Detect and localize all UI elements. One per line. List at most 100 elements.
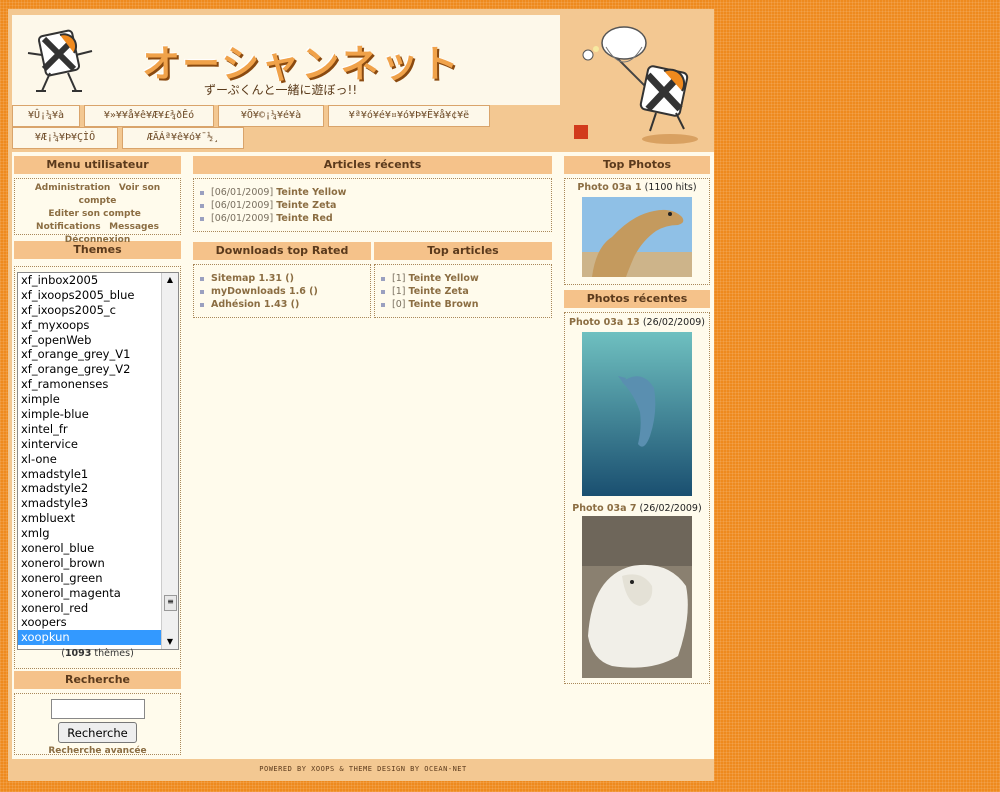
user-menu-block: Administration Voir son compte Editer so… <box>14 178 181 245</box>
theme-option[interactable]: xf_ixoops2005_blue <box>18 288 178 303</box>
list-item: Adhésion 1.43 () <box>198 298 366 311</box>
theme-option[interactable]: xl-one <box>18 452 178 467</box>
right-column: Top Photos Photo 03a 1 (1100 hits) Photo… <box>564 156 710 684</box>
article-link[interactable]: Teinte Yellow <box>276 187 346 198</box>
footer: POWERED BY XOOPS & THEME DESIGN BY OCEAN… <box>12 759 714 779</box>
recent-photos-block: Photo 03a 13 (26/02/2009) Photo 03a 7 (2… <box>564 312 710 684</box>
search-block: Recherche Recherche avancée <box>14 693 181 756</box>
theme-option[interactable]: xonerol_red <box>18 601 178 616</box>
theme-option[interactable]: xf_myxoops <box>18 318 178 333</box>
theme-option[interactable]: xonerol_green <box>18 571 178 586</box>
list-item: [0] Teinte Brown <box>379 298 547 311</box>
theme-option[interactable]: xf_orange_grey_V1 <box>18 347 178 362</box>
scroll-up-icon[interactable]: ▲ <box>162 273 178 287</box>
downloads-block: Sitemap 1.31 () myDownloads 1.6 () Adhés… <box>193 264 371 318</box>
top-articles-block: [1] Teinte Yellow [1] Teinte Zeta [0] Te… <box>374 264 552 318</box>
top-photos-title: Top Photos <box>564 156 710 174</box>
search-title: Recherche <box>14 671 181 689</box>
recent-photos-title: Photos récentes <box>564 290 710 308</box>
list-item: [1] Teinte Zeta <box>379 285 547 298</box>
theme-option[interactable]: ximple-blue <box>18 407 178 422</box>
advanced-search-link[interactable]: Recherche avancée <box>48 746 146 756</box>
photo-link[interactable]: Photo 03a 1 <box>577 182 641 193</box>
article-link[interactable]: Teinte Yellow <box>409 273 479 284</box>
recent-photo-caption-2: Photo 03a 7 (26/02/2009) <box>572 503 702 514</box>
top-articles-title: Top articles <box>374 242 552 260</box>
list-item: [06/01/2009] Teinte Red <box>198 212 547 225</box>
advanced-search-wrap: Recherche avancée <box>15 746 180 756</box>
search-button[interactable]: Recherche <box>58 722 137 743</box>
theme-option[interactable]: xintel_fr <box>18 422 178 437</box>
article-link[interactable]: Teinte Red <box>276 213 333 224</box>
list-item: [06/01/2009] Teinte Zeta <box>198 199 547 212</box>
nav-tab-2[interactable]: ¥»¥­¥å¥ê¥Æ¥£¾ðÊó <box>84 105 214 127</box>
theme-option[interactable]: xonerol_blue <box>18 541 178 556</box>
recent-photo-caption-1: Photo 03a 13 (26/02/2009) <box>569 317 705 328</box>
list-item: [1] Teinte Yellow <box>379 272 547 285</box>
theme-count-suffix: thèmes <box>94 648 131 659</box>
theme-select-list[interactable]: xf_inbox2005 xf_ixoops2005_blue xf_ixoops2… <box>17 272 179 650</box>
theme-option[interactable]: xmbluext <box>18 511 178 526</box>
photo-link[interactable]: Photo 03a 7 <box>572 503 636 514</box>
camel-photo-icon[interactable] <box>582 197 692 277</box>
nav-tab-5[interactable]: ¥Æ¡¼¥Þ¥ÇÌÔ <box>12 127 118 149</box>
list-item: myDownloads 1.6 () <box>198 285 366 298</box>
scrollbar[interactable]: ▲ ≡ ▼ <box>161 273 178 649</box>
page-wrapper: オーシャンネット ずーぷくんと一緒に遊ぼっ!! ¥Û¡¼¥à ¥»¥­¥å¥ê¥… <box>8 9 714 781</box>
themes-title: Themes <box>14 241 181 259</box>
nav-tab-4[interactable]: ¥ª¥ó¥é¥¤¥ó¥Þ¥Ë¥å¥¢¥ë <box>328 105 490 127</box>
theme-options: xf_inbox2005 xf_ixoops2005_blue xf_ixoops2… <box>18 273 178 646</box>
recent-articles-list: [06/01/2009] Teinte Yellow [06/01/2009] … <box>198 186 547 225</box>
header: オーシャンネット ずーぷくんと一緒に遊ぼっ!! ¥Û¡¼¥à ¥»¥­¥å¥ê¥… <box>8 9 714 150</box>
nav-tab-3[interactable]: ¥Õ¥©¡¼¥é¥à <box>218 105 324 127</box>
article-link[interactable]: Teinte Brown <box>409 299 479 310</box>
polar-bear-photo-icon[interactable] <box>582 516 692 678</box>
article-link[interactable]: Teinte Zeta <box>276 200 336 211</box>
download-link[interactable]: myDownloads 1.6 () <box>211 286 318 297</box>
article-link[interactable]: Teinte Zeta <box>409 286 469 297</box>
theme-option[interactable]: xmadstyle1 <box>18 467 178 482</box>
mascot-logo-icon <box>27 29 93 92</box>
site-subtitle: ずーぷくんと一緒に遊ぼっ!! <box>204 83 358 97</box>
theme-option[interactable]: xf_ramonenses <box>18 377 178 392</box>
theme-option[interactable]: xintervice <box>18 437 178 452</box>
edit-account-link[interactable]: Editer son compte <box>48 209 140 219</box>
center-column: Articles récents [06/01/2009] Teinte Yel… <box>193 156 552 318</box>
theme-option[interactable]: xonerol_brown <box>18 556 178 571</box>
nav-tab-6[interactable]: ÆÃÁª¥ê¥ó¥¯½¸ <box>122 127 244 149</box>
downloads-list: Sitemap 1.31 () myDownloads 1.6 () Adhés… <box>198 272 366 311</box>
nav-tab-1[interactable]: ¥Û¡¼¥à <box>12 105 80 127</box>
admin-link[interactable]: Administration <box>35 183 111 193</box>
theme-option[interactable]: xf_inbox2005 <box>18 273 178 288</box>
theme-option[interactable]: xmadstyle3 <box>18 496 178 511</box>
theme-option[interactable]: xoopers <box>18 615 178 630</box>
theme-option[interactable]: xonerol_magenta <box>18 586 178 601</box>
top-articles-column: Top articles [1] Teinte Yellow [1] Teint… <box>374 242 552 318</box>
notifications-link[interactable]: Notifications <box>36 222 101 232</box>
search-input[interactable] <box>50 699 145 719</box>
photo-link[interactable]: Photo 03a 13 <box>569 317 640 328</box>
dolphin-photo-icon[interactable] <box>582 332 692 496</box>
top-articles-list: [1] Teinte Yellow [1] Teinte Zeta [0] Te… <box>379 272 547 311</box>
theme-option[interactable]: xmadstyle2 <box>18 481 178 496</box>
scroll-thumb[interactable]: ≡ <box>164 595 177 611</box>
theme-option[interactable]: ximple <box>18 392 178 407</box>
theme-option[interactable]: xf_orange_grey_V2 <box>18 362 178 377</box>
messages-link[interactable]: Messages <box>109 222 159 232</box>
theme-count: (1093 thèmes) <box>61 648 134 659</box>
top-photos-block: Photo 03a 1 (1100 hits) <box>564 178 710 285</box>
theme-option[interactable]: xf_openWeb <box>18 333 178 348</box>
user-menu-title: Menu utilisateur <box>14 156 181 174</box>
download-link[interactable]: Adhésion 1.43 () <box>211 299 299 310</box>
list-item: Sitemap 1.31 () <box>198 272 366 285</box>
theme-option[interactable]: xf_ixoops2005_c <box>18 303 178 318</box>
header-banner: オーシャンネット ずーぷくんと一緒に遊ぼっ!! <box>12 15 560 105</box>
main-content: Menu utilisateur Administration Voir son… <box>12 152 714 759</box>
theme-option[interactable]: xoopkun <box>18 630 178 646</box>
list-item: [06/01/2009] Teinte Yellow <box>198 186 547 199</box>
scroll-down-icon[interactable]: ▼ <box>162 635 178 649</box>
download-link[interactable]: Sitemap 1.31 () <box>211 273 294 284</box>
theme-option[interactable]: xmlg <box>18 526 178 541</box>
theme-count-number: 1093 <box>64 648 92 659</box>
top-photo-caption: Photo 03a 1 (1100 hits) <box>577 182 697 193</box>
